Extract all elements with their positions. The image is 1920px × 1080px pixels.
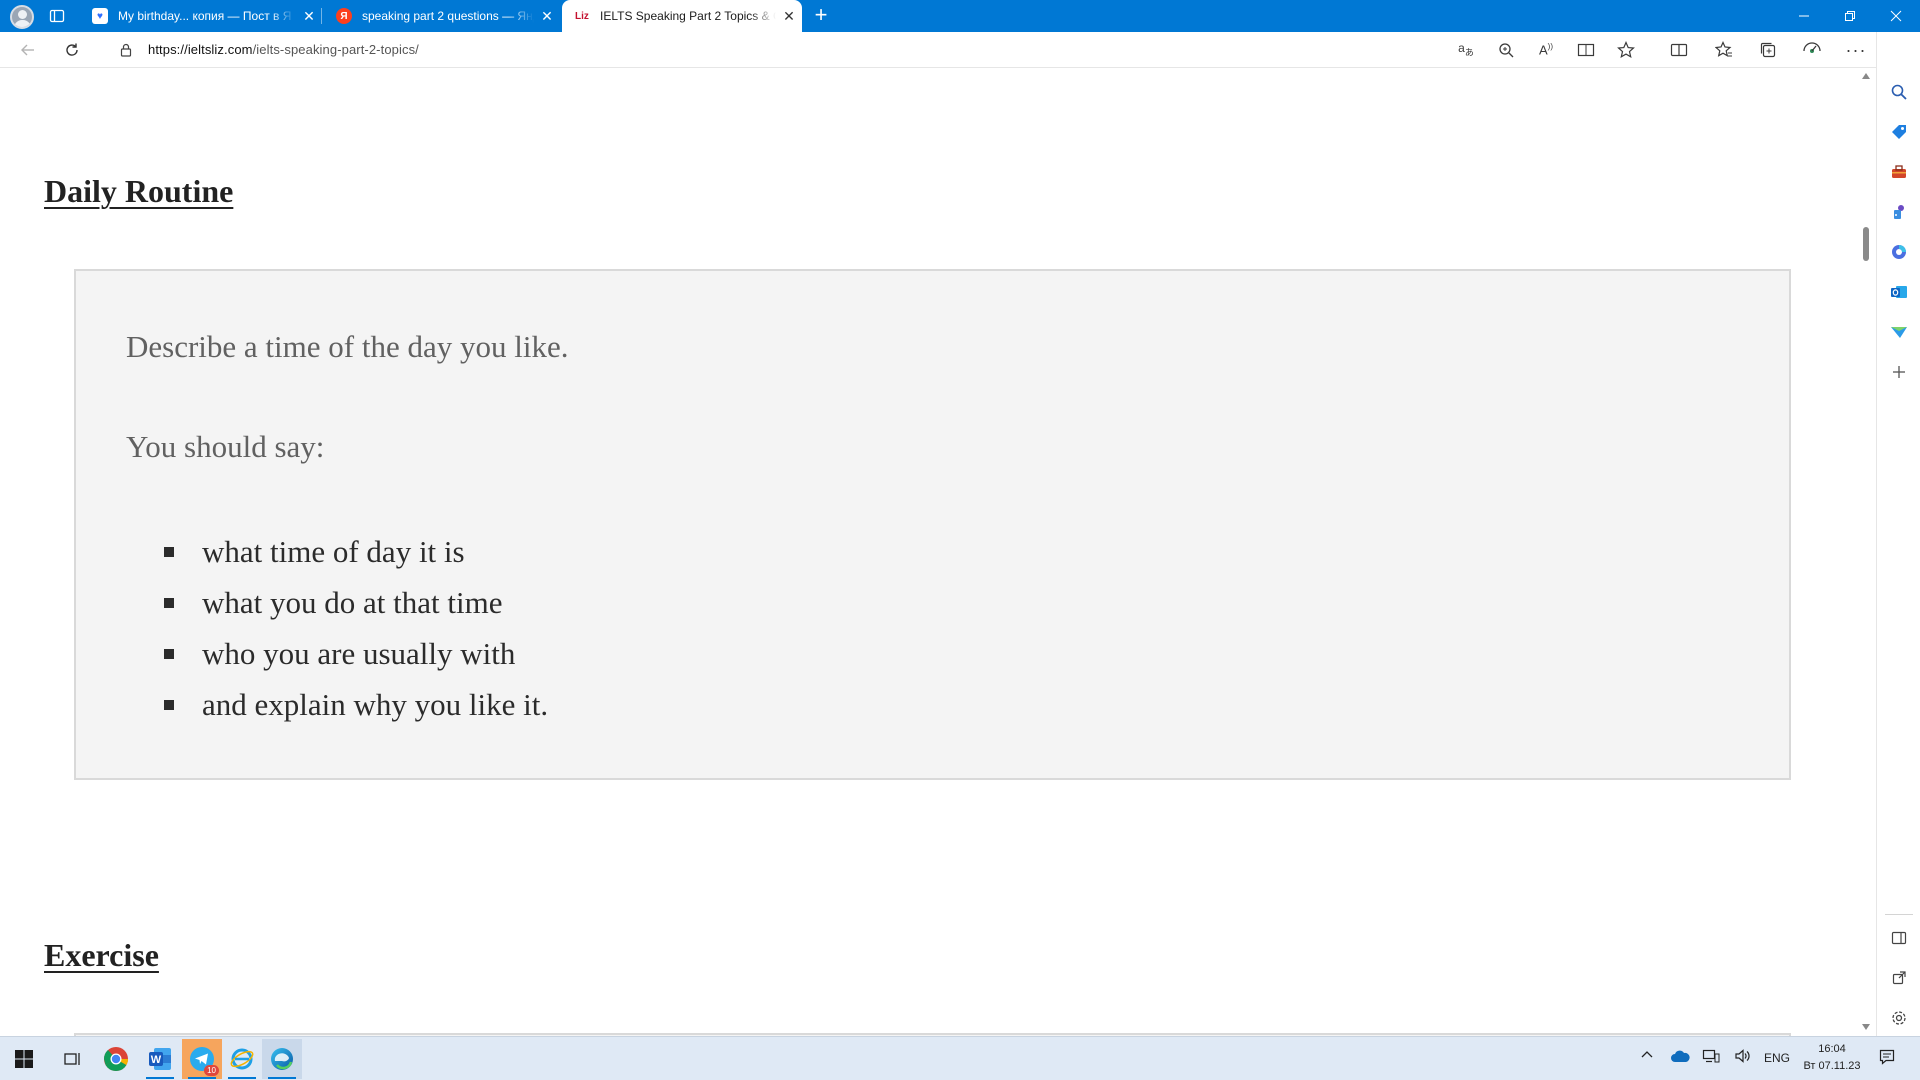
system-clock[interactable]: 16:04 Вт 07.11.23	[1800, 1041, 1864, 1075]
tab-title: IELTS Speaking Part 2 Topics & C	[600, 9, 776, 23]
cue-card-box: Describe a time of the day you like. You…	[74, 269, 1791, 780]
bullet-icon	[164, 598, 174, 608]
bullet-icon	[164, 700, 174, 710]
bullet-icon	[164, 547, 174, 557]
bullet-icon	[164, 649, 174, 659]
notifications-icon[interactable]	[1878, 1048, 1896, 1069]
back-arrow-icon[interactable]	[14, 36, 42, 64]
heading-daily-routine[interactable]: Daily Routine	[44, 173, 233, 210]
scroll-down-arrow-icon[interactable]	[1862, 1024, 1870, 1030]
translate-icon[interactable]: aあ	[1456, 40, 1476, 60]
list-item: who you are usually with	[164, 628, 548, 679]
tab-yandex-search[interactable]: Я speaking part 2 questions — Янд ✕	[324, 0, 560, 32]
edge-sidebar	[1876, 32, 1920, 1036]
close-tab-icon[interactable]: ✕	[776, 8, 802, 25]
svg-text:W: W	[151, 1054, 162, 1066]
edge-icon[interactable]	[262, 1039, 302, 1079]
more-icon[interactable]: ···	[1846, 40, 1866, 60]
heart-favicon-icon: ♥	[92, 8, 108, 24]
task-view-icon[interactable]	[52, 1039, 92, 1079]
profile-avatar[interactable]	[10, 5, 34, 29]
scroll-up-arrow-icon[interactable]	[1862, 73, 1870, 79]
tab-vk-post[interactable]: ♥ My birthday... копия — Пост в Я ✕	[80, 0, 322, 32]
telegram-badge: 10	[204, 1065, 219, 1076]
list-item: and explain why you like it.	[164, 679, 548, 730]
collections-icon[interactable]	[1758, 40, 1778, 60]
title-bar: ♥ My birthday... копия — Пост в Я ✕ Я sp…	[0, 0, 1920, 32]
network-icon[interactable]	[1702, 1048, 1720, 1067]
refresh-icon[interactable]	[58, 36, 86, 64]
tab-title: My birthday... копия — Пост в Я	[118, 9, 292, 23]
address-bar[interactable]: https://ieltsliz.com/ielts-speaking-part…	[106, 35, 1642, 65]
immersive-reader-icon[interactable]	[1576, 40, 1596, 60]
performance-icon[interactable]	[1802, 40, 1822, 60]
windows-taskbar: W 10 ENG 16:04 Вт 07.11.23	[0, 1036, 1920, 1080]
ieltsliz-favicon-icon: Liz	[575, 10, 589, 22]
volume-icon[interactable]	[1734, 1048, 1752, 1067]
read-aloud-icon[interactable]: A))	[1536, 40, 1556, 60]
minimize-icon[interactable]	[1781, 0, 1827, 32]
open-external-icon[interactable]	[1889, 968, 1909, 988]
cue-card-points: what time of day it is what you do at th…	[164, 526, 548, 730]
page-content: Daily Routine Describe a time of the day…	[0, 69, 1866, 1036]
sidebar-layout-icon[interactable]	[1889, 928, 1909, 948]
tab-actions-icon[interactable]	[48, 7, 66, 25]
add-icon[interactable]	[1889, 362, 1909, 382]
url-host: https://ieltsliz.com	[148, 42, 253, 57]
close-window-icon[interactable]	[1873, 0, 1919, 32]
send-icon[interactable]	[1889, 322, 1909, 342]
list-item-text: what you do at that time	[202, 585, 503, 620]
zoom-icon[interactable]	[1496, 40, 1516, 60]
url-text[interactable]: https://ieltsliz.com/ielts-speaking-part…	[148, 42, 419, 57]
close-tab-icon[interactable]: ✕	[296, 8, 322, 25]
favorites-icon[interactable]	[1714, 40, 1734, 60]
list-item-text: and explain why you like it.	[202, 687, 549, 722]
chrome-icon[interactable]	[96, 1039, 136, 1079]
list-item: what time of day it is	[164, 526, 548, 577]
split-screen-icon[interactable]	[1669, 40, 1689, 60]
windows-start-icon[interactable]	[4, 1039, 44, 1079]
clock-time: 16:04	[1818, 1043, 1846, 1055]
telegram-icon[interactable]: 10	[182, 1039, 222, 1079]
chevron-up-icon[interactable]	[1640, 1047, 1654, 1064]
heading-exercise[interactable]: Exercise	[44, 937, 159, 974]
scroll-thumb[interactable]	[1863, 227, 1869, 261]
cue-card-prompt: Describe a time of the day you like.	[126, 329, 569, 364]
onedrive-cloud-icon[interactable]	[1670, 1049, 1690, 1066]
word-icon[interactable]: W	[140, 1039, 180, 1079]
close-tab-icon[interactable]: ✕	[534, 8, 560, 25]
yandex-favicon-icon: Я	[336, 8, 352, 24]
settings-icon[interactable]	[1889, 1008, 1909, 1028]
tab-title: speaking part 2 questions — Янд	[362, 9, 534, 23]
page-scrollbar[interactable]	[1858, 69, 1874, 1036]
internet-explorer-icon[interactable]	[222, 1039, 262, 1079]
toolbox-icon[interactable]	[1889, 162, 1909, 182]
list-item: what you do at that time	[164, 577, 548, 628]
search-icon[interactable]	[1889, 82, 1909, 102]
tab-ieltsliz[interactable]: Liz IELTS Speaking Part 2 Topics & C ✕	[562, 0, 802, 32]
address-toolbar: https://ieltsliz.com/ielts-speaking-part…	[0, 32, 1920, 68]
favorite-star-icon[interactable]	[1616, 40, 1636, 60]
shopping-tag-icon[interactable]	[1889, 122, 1909, 142]
outlook-icon[interactable]	[1889, 282, 1909, 302]
new-tab-button[interactable]: +	[808, 3, 834, 29]
list-item-text: what time of day it is	[202, 534, 465, 569]
games-icon[interactable]	[1889, 202, 1909, 222]
list-item-text: who you are usually with	[202, 636, 516, 671]
microsoft-365-icon[interactable]	[1889, 242, 1909, 262]
url-path: /ielts-speaking-part-2-topics/	[252, 42, 419, 57]
clock-date: Вт 07.11.23	[1803, 1060, 1861, 1072]
restore-icon[interactable]	[1827, 0, 1873, 32]
lock-icon[interactable]	[118, 42, 134, 58]
sidebar-divider	[1885, 914, 1913, 915]
cue-card-should-say: You should say:	[126, 429, 325, 464]
language-indicator[interactable]: ENG	[1764, 1051, 1790, 1065]
